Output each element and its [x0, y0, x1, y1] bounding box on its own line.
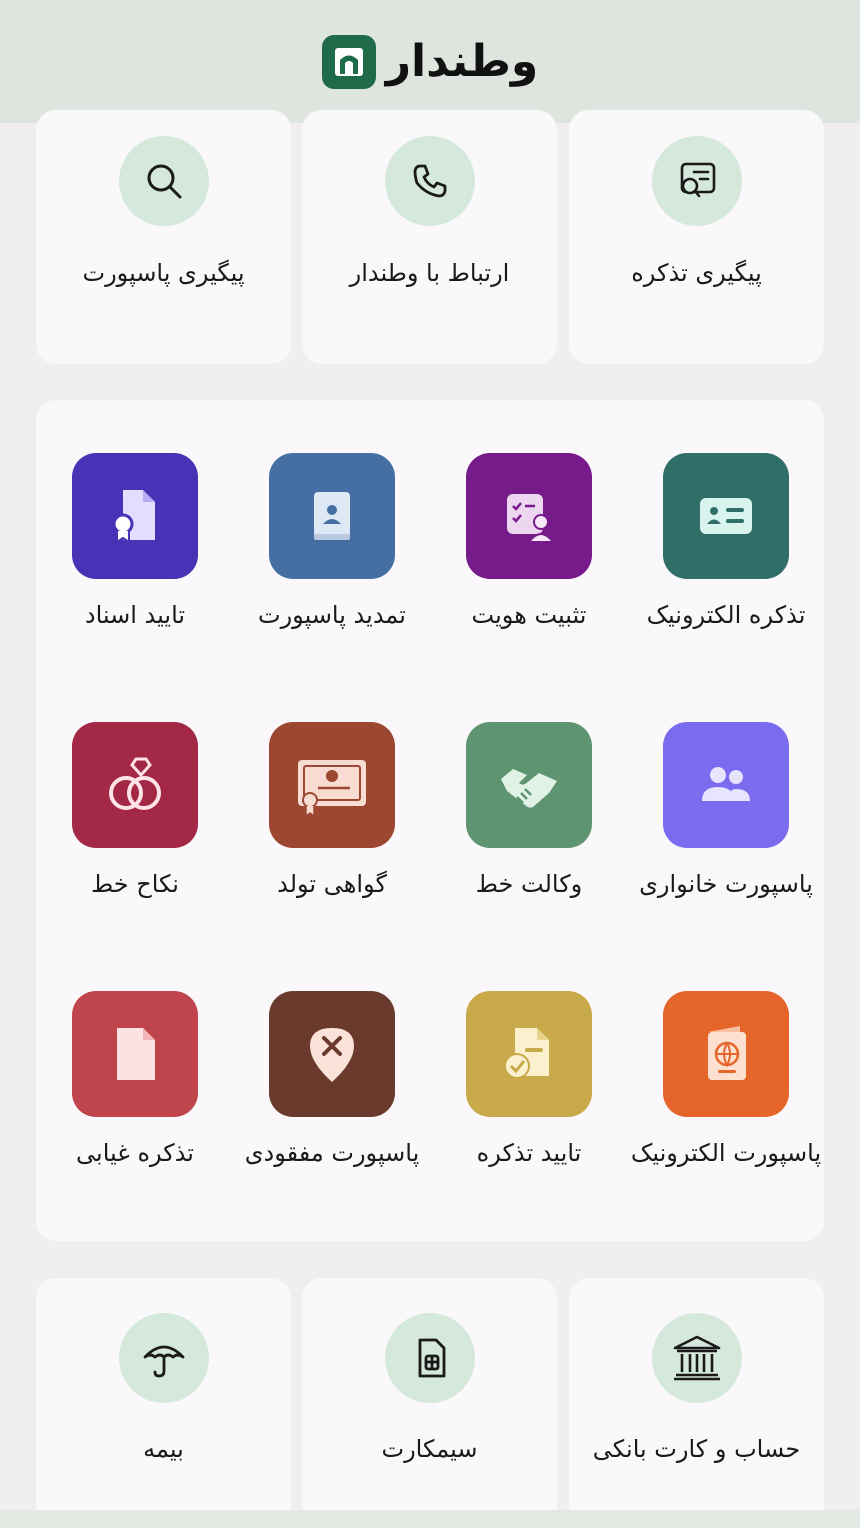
service-label: پاسپورت خانواری [639, 870, 813, 898]
service-tile-e-passport[interactable] [663, 991, 789, 1117]
service-tile-identity-registration[interactable] [466, 453, 592, 579]
sim-card-icon [384, 1313, 475, 1403]
service-tile-power-of-attorney[interactable] [466, 722, 592, 848]
service-label: تایید تذکره [476, 1139, 582, 1167]
brand-logo: وطندار [321, 34, 539, 89]
e-passport-icon [708, 1026, 746, 1080]
service-card-sim-card[interactable]: سیمکارت [302, 1278, 557, 1528]
service-label: تذکره الکترونیک [646, 601, 806, 629]
service-tile-document-verification[interactable] [72, 453, 198, 579]
umbrella-icon [118, 1313, 209, 1403]
lost-pin-icon [310, 1028, 354, 1082]
service-tile-family-passport[interactable] [663, 722, 789, 848]
service-label: تذکره غیابی [76, 1139, 194, 1167]
service-tile-e-tazkira[interactable] [663, 453, 789, 579]
service-card-bank-account[interactable]: حساب و کارت بانکی [569, 1278, 824, 1528]
handshake-icon [501, 769, 557, 808]
birth-certificate-icon [298, 760, 366, 818]
blank-document-icon [117, 1028, 155, 1080]
family-icon [702, 767, 750, 801]
service-label: ارتباط با وطندار [349, 259, 510, 287]
identity-check-icon [507, 494, 556, 543]
rings-icon [109, 757, 161, 810]
bank-icon [651, 1313, 742, 1403]
service-label: پاسپورت مفقودی [244, 1139, 420, 1167]
brand-name: وطندار [385, 36, 539, 87]
service-tile-lost-passport[interactable] [269, 991, 395, 1117]
service-label: پیگیری تذکره [631, 259, 762, 287]
service-tile-tazkira-verification[interactable] [466, 991, 592, 1117]
service-label: نکاح خط [91, 870, 179, 898]
service-tile-absentee-tazkira[interactable] [72, 991, 198, 1117]
service-card-passport-tracking[interactable]: پیگیری پاسپورت [36, 110, 291, 364]
service-card-contact[interactable]: ارتباط با وطندار [302, 110, 557, 364]
service-tile-marriage-certificate[interactable] [72, 722, 198, 848]
service-label: بیمه [143, 1435, 184, 1463]
certificate-file-icon [112, 490, 155, 544]
service-card-tazkira-tracking[interactable]: پیگیری تذکره [569, 110, 824, 364]
service-tile-passport-renewal[interactable] [269, 453, 395, 579]
app-header: وطندار [0, 0, 860, 123]
passport-book-icon [314, 492, 350, 540]
gate-icon [321, 34, 376, 89]
service-label: تایید اسناد [84, 601, 186, 629]
service-label: حساب و کارت بانکی [592, 1435, 801, 1463]
service-label: سیمکارت [381, 1435, 478, 1463]
document-search-icon [651, 136, 742, 226]
service-label: پیگیری پاسپورت [82, 259, 245, 287]
service-card-insurance[interactable]: بیمه [36, 1278, 291, 1528]
service-tile-birth-certificate[interactable] [269, 722, 395, 848]
phone-icon [384, 136, 475, 226]
service-label: پاسپورت الکترونیک [630, 1139, 822, 1167]
verified-document-icon [504, 1028, 549, 1079]
id-card-icon [700, 498, 752, 534]
service-label: تمدید پاسپورت [258, 601, 406, 629]
services-grid: تایید اسناد تمدید پاسپورت تثبیت هویت تذک… [36, 400, 824, 1241]
service-label: گواهی تولد [277, 870, 387, 898]
bottom-bar [0, 1510, 860, 1528]
service-label: تثبیت هویت [471, 601, 587, 629]
search-icon [118, 136, 209, 226]
service-label: وکالت خط [475, 870, 583, 898]
